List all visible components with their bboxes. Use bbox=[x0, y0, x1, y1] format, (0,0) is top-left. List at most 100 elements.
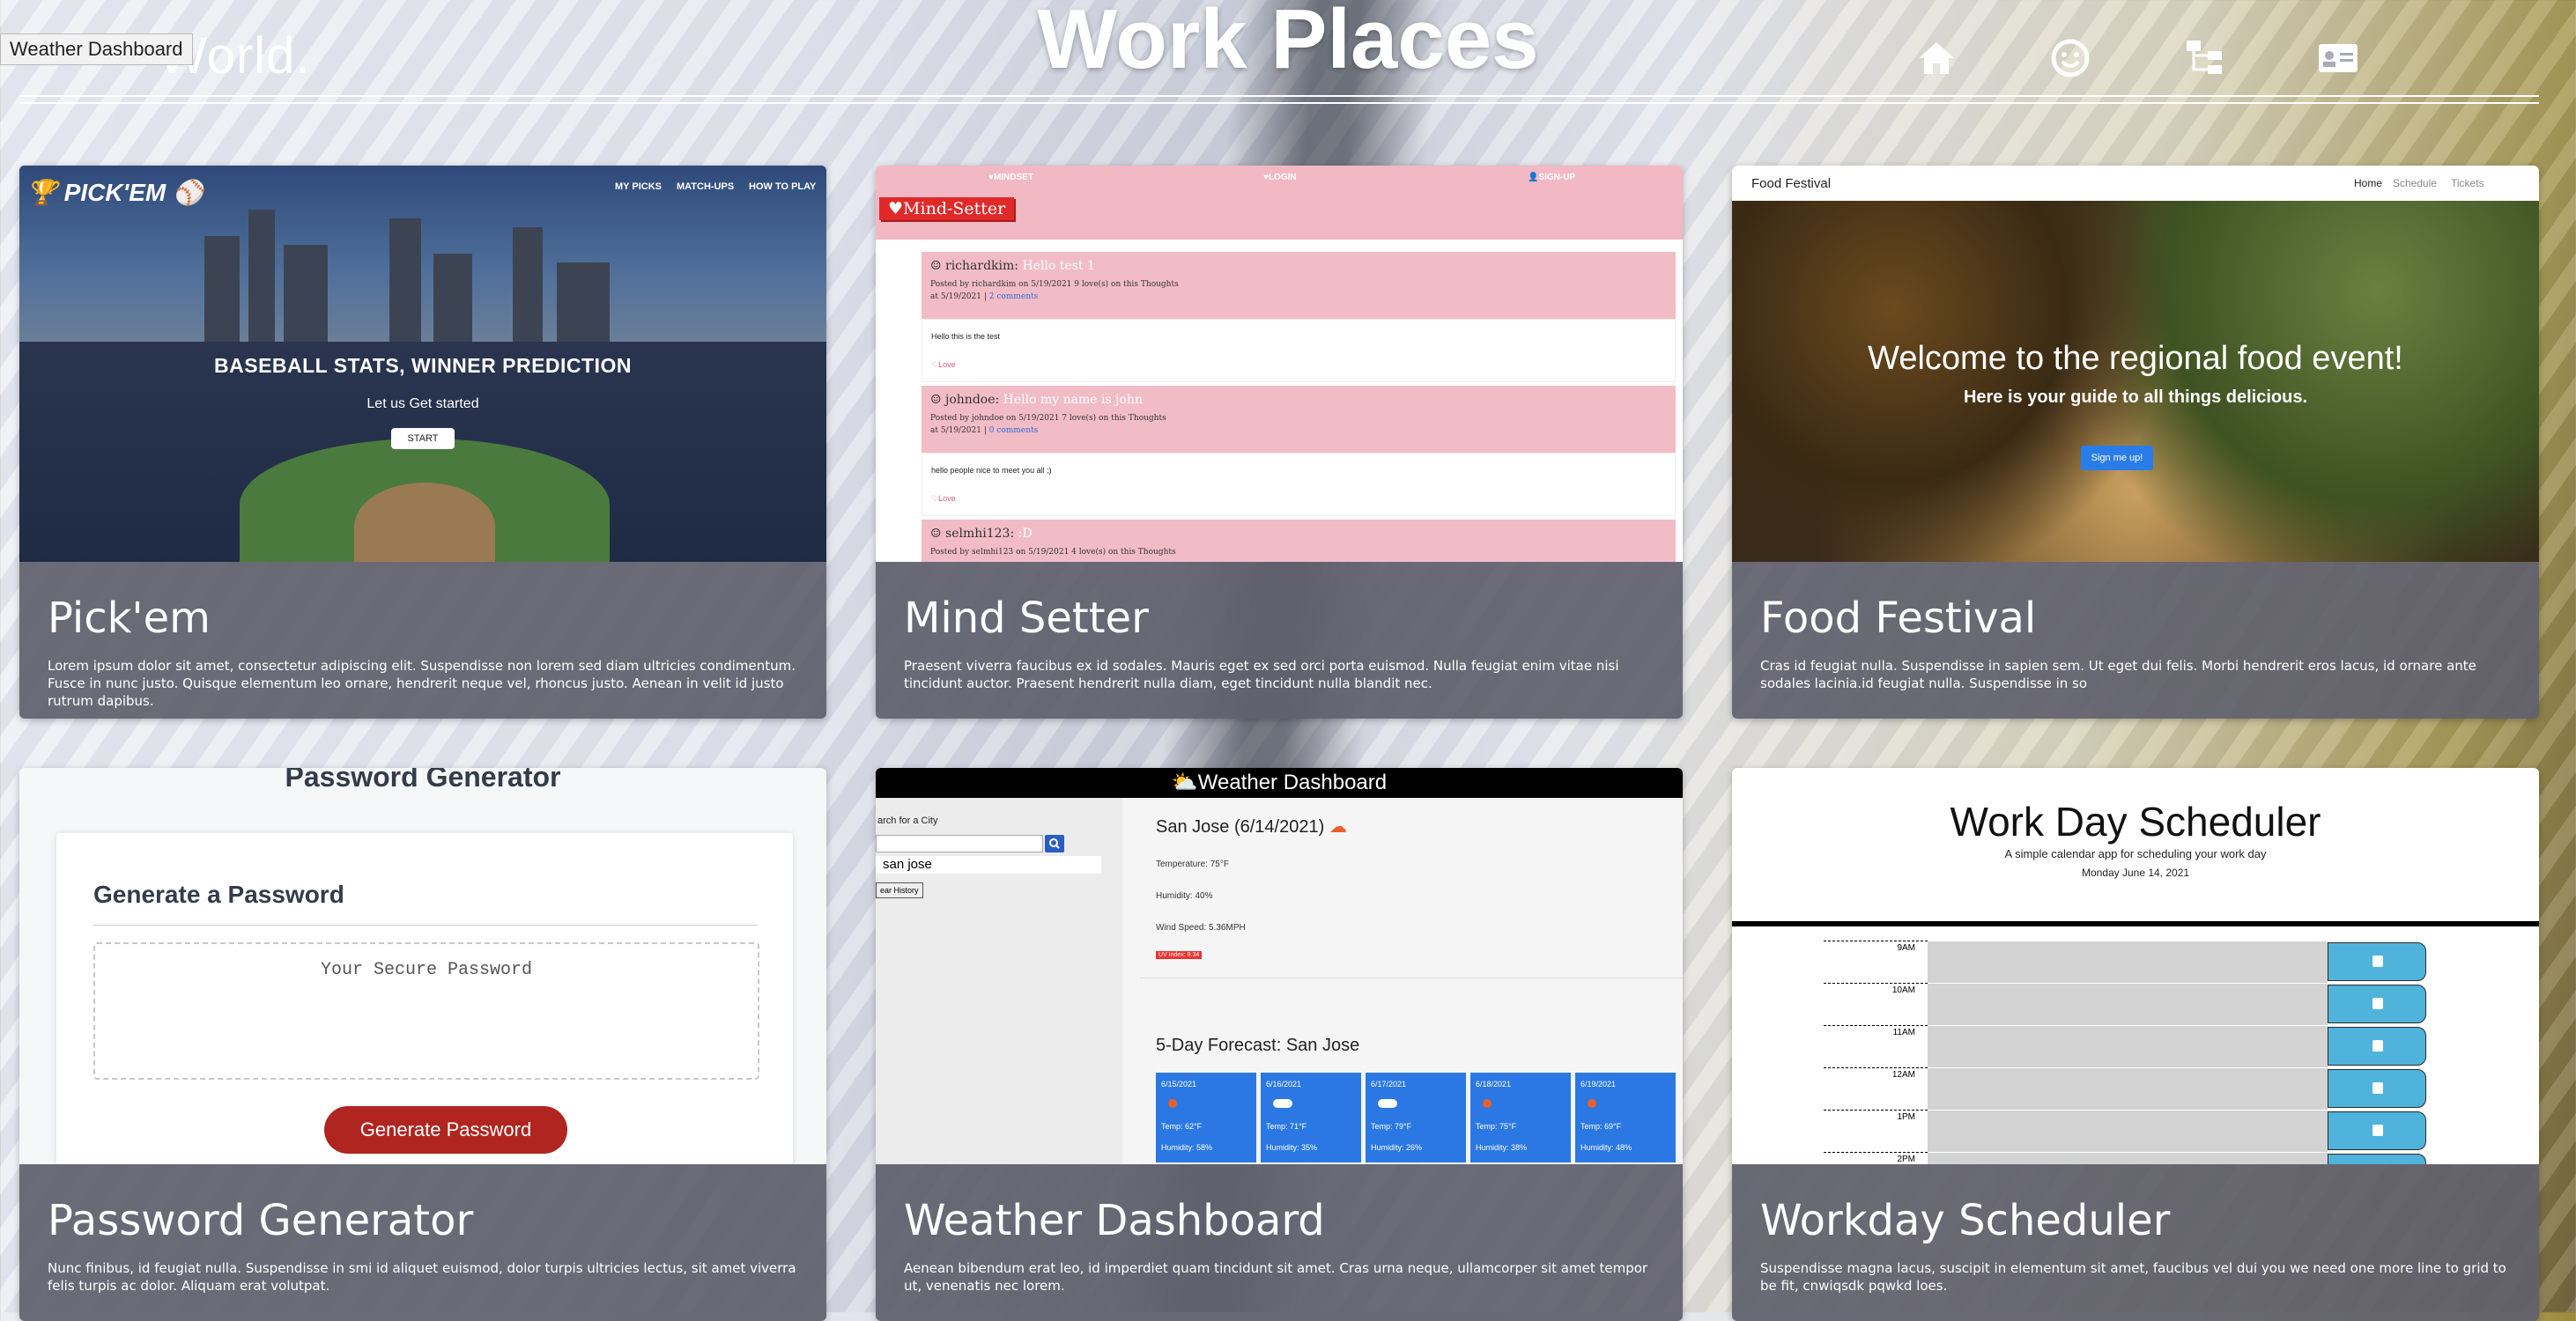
post-card: ☺ johndoe: Hello my name is john Posted … bbox=[922, 386, 1676, 516]
save-icon bbox=[2372, 1125, 2383, 1136]
card-caption: Food Festival Cras id feugiat nulla. Sus… bbox=[1732, 562, 2539, 719]
project-card-food-festival[interactable]: Food Festival Home Schedule Tickets Welc… bbox=[1732, 166, 2539, 719]
time-block: 10AM bbox=[1824, 983, 2426, 1026]
current-date: Monday June 14, 2021 bbox=[2081, 867, 2190, 879]
food-festival-brand: Food Festival bbox=[1751, 176, 1832, 191]
nav-sign-up: 👤SIGN-UP bbox=[1528, 173, 1576, 182]
nav-mindset: ♥MINDSET bbox=[988, 173, 1033, 182]
save-button bbox=[2328, 1154, 2426, 1164]
id-card-icon[interactable] bbox=[2315, 35, 2361, 81]
save-button bbox=[2328, 1069, 2426, 1108]
time-block: 11AM bbox=[1824, 1025, 2426, 1068]
search-label: arch for a City bbox=[877, 815, 938, 826]
card-caption: Pick'em Lorem ipsum dolor sit amet, cons… bbox=[19, 562, 826, 719]
nav-my-picks: MY PICKS bbox=[615, 181, 662, 192]
search-sidebar: arch for a City san jose ear History bbox=[876, 798, 1122, 1164]
uv-index: UV Index: 9.34 bbox=[1156, 951, 1203, 959]
nav-schedule: Schedule bbox=[2393, 177, 2438, 189]
time-block: 9AM bbox=[1824, 941, 2426, 984]
project-card-password-generator[interactable]: Password Generator Generate a Password Y… bbox=[19, 768, 826, 1321]
save-icon bbox=[2372, 1040, 2383, 1052]
card-title[interactable]: Pick'em bbox=[48, 594, 211, 643]
history-item: san jose bbox=[876, 856, 1101, 874]
home-icon[interactable] bbox=[1913, 35, 1959, 81]
save-button bbox=[2328, 1027, 2426, 1066]
preview-subtitle: A simple calendar app for scheduling you… bbox=[2004, 847, 2267, 860]
project-screenshot[interactable]: Work Day Scheduler A simple calendar app… bbox=[1732, 768, 2539, 1164]
card-description: Cras id feugiat nulla. Suspendisse in sa… bbox=[1760, 658, 2476, 691]
generate-password-button: Generate Password bbox=[324, 1106, 567, 1154]
search-icon bbox=[1049, 838, 1060, 849]
mind-setter-brand: ♥Mind-Setter bbox=[879, 197, 1015, 220]
pickem-logo: 🏆 PICK'EM ⚾ bbox=[26, 179, 204, 206]
search-button bbox=[1045, 835, 1064, 852]
card-title[interactable]: Weather Dashboard bbox=[904, 1196, 1325, 1245]
forecast-card: 6/18/2021 Temp: 75°F Humidity: 38% bbox=[1470, 1073, 1571, 1162]
time-block: 2PM bbox=[1824, 1152, 2426, 1164]
card-description: Praesent viverra faucibus ex id sodales.… bbox=[904, 658, 1619, 691]
project-screenshot[interactable]: Password Generator Generate a Password Y… bbox=[19, 768, 826, 1164]
project-card-pickem[interactable]: 🏆 PICK'EM ⚾ MY PICKS MATCH-UPS HOW TO PL… bbox=[19, 166, 826, 719]
cloud-icon bbox=[1378, 1099, 1397, 1108]
forecast-card: 6/19/2021 Temp: 69°F Humidity: 48% bbox=[1575, 1073, 1676, 1162]
food-photo bbox=[1732, 201, 2539, 562]
project-card-mind-setter[interactable]: ♥MINDSET ♥LOGIN 👤SIGN-UP ♥Mind-Setter ☺ … bbox=[876, 166, 1683, 719]
post-card: ☺ richardkim: Hello test 1 Posted by ric… bbox=[922, 252, 1676, 382]
preview-subline: Let us Get started bbox=[366, 396, 479, 411]
time-block: 12AM bbox=[1824, 1067, 2426, 1111]
card-caption: Weather Dashboard Aenean bibendum erat l… bbox=[876, 1164, 1683, 1321]
nav-how-to-play: HOW TO PLAY bbox=[749, 181, 817, 192]
forecast-card: 6/15/2021 Temp: 62°F Humidity: 58% bbox=[1156, 1073, 1256, 1162]
preview-headline: BASEBALL STATS, WINNER PREDICTION bbox=[214, 354, 632, 377]
sitemap-icon[interactable] bbox=[2181, 35, 2227, 81]
clear-history-button: ear History bbox=[876, 882, 923, 898]
card-title[interactable]: Workday Scheduler bbox=[1760, 1196, 2170, 1245]
card-description: Suspendisse magna lacus, suscipit in ele… bbox=[1760, 1260, 2506, 1294]
time-block: 1PM bbox=[1824, 1110, 2426, 1153]
save-icon bbox=[2372, 956, 2383, 967]
card-caption: Password Generator Nunc finibus, id feug… bbox=[19, 1164, 826, 1321]
card-description: Aenean bibendum erat leo, id imperdiet q… bbox=[904, 1260, 1648, 1294]
preview-subline: Here is your guide to all things delicio… bbox=[1963, 387, 2308, 407]
nav-tickets: Tickets bbox=[2451, 177, 2484, 189]
card-description: Nunc finibus, id feugiat nulla. Suspendi… bbox=[48, 1260, 796, 1294]
project-screenshot[interactable]: ♥MINDSET ♥LOGIN 👤SIGN-UP ♥Mind-Setter ☺ … bbox=[876, 166, 1683, 562]
password-card: Generate a Password Your Secure Password… bbox=[56, 833, 793, 1164]
card-title[interactable]: Mind Setter bbox=[904, 594, 1149, 643]
nav-match-ups: MATCH-UPS bbox=[677, 181, 735, 192]
sun-icon bbox=[1483, 1099, 1492, 1108]
save-icon bbox=[2372, 998, 2383, 1009]
project-screenshot[interactable]: 🏆 PICK'EM ⚾ MY PICKS MATCH-UPS HOW TO PL… bbox=[19, 166, 826, 562]
city-date: San Jose (6/14/2021) ☁ bbox=[1156, 817, 1347, 837]
preview-header: ⛅Weather Dashboard bbox=[876, 768, 1683, 798]
save-icon bbox=[2372, 1082, 2383, 1094]
preview-headline: Welcome to the regional food event! bbox=[1868, 340, 2403, 377]
nav-home: Home bbox=[2354, 177, 2383, 189]
project-card-workday-scheduler[interactable]: Work Day Scheduler A simple calendar app… bbox=[1732, 768, 2539, 1321]
post-card: ☺ selmhi123: :D Posted by selmhi123 on 5… bbox=[922, 520, 1676, 562]
sign-up-button: Sign me up! bbox=[2081, 446, 2153, 470]
card-caption: Workday Scheduler Suspendisse magna lacu… bbox=[1732, 1164, 2539, 1321]
forecast-card: 6/17/2021 Temp: 79°F Humidity: 26% bbox=[1366, 1073, 1466, 1162]
save-button bbox=[2328, 942, 2426, 981]
project-screenshot[interactable]: Food Festival Home Schedule Tickets Welc… bbox=[1732, 166, 2539, 562]
preview-header: Work Day Scheduler bbox=[1950, 799, 2321, 845]
project-card-weather-dashboard[interactable]: ⛅Weather Dashboard arch for a City san j… bbox=[876, 768, 1683, 1321]
nav-login: ♥LOGIN bbox=[1263, 173, 1297, 182]
save-button bbox=[2328, 1111, 2426, 1150]
save-button bbox=[2328, 985, 2426, 1023]
password-output: Your Secure Password bbox=[93, 942, 759, 1080]
forecast-title: 5-Day Forecast: San Jose bbox=[1156, 1036, 1360, 1055]
humidity: Humidity: 40% bbox=[1156, 891, 1213, 901]
forecast-card: 6/16/2021 Temp: 71°F Humidity: 35% bbox=[1261, 1073, 1361, 1162]
card-title[interactable]: Password Generator bbox=[48, 1196, 473, 1245]
sun-icon bbox=[1588, 1099, 1596, 1108]
project-screenshot[interactable]: ⛅Weather Dashboard arch for a City san j… bbox=[876, 768, 1683, 1164]
tooltip: Weather Dashboard bbox=[0, 33, 193, 65]
city-search-input bbox=[876, 835, 1043, 852]
card-caption: Mind Setter Praesent viverra faucibus ex… bbox=[876, 562, 1683, 719]
card-title[interactable]: Food Festival bbox=[1760, 594, 2036, 643]
card-description: Lorem ipsum dolor sit amet, consectetur … bbox=[48, 658, 796, 709]
smile-icon[interactable] bbox=[2047, 35, 2093, 81]
header-divider bbox=[19, 95, 2539, 104]
